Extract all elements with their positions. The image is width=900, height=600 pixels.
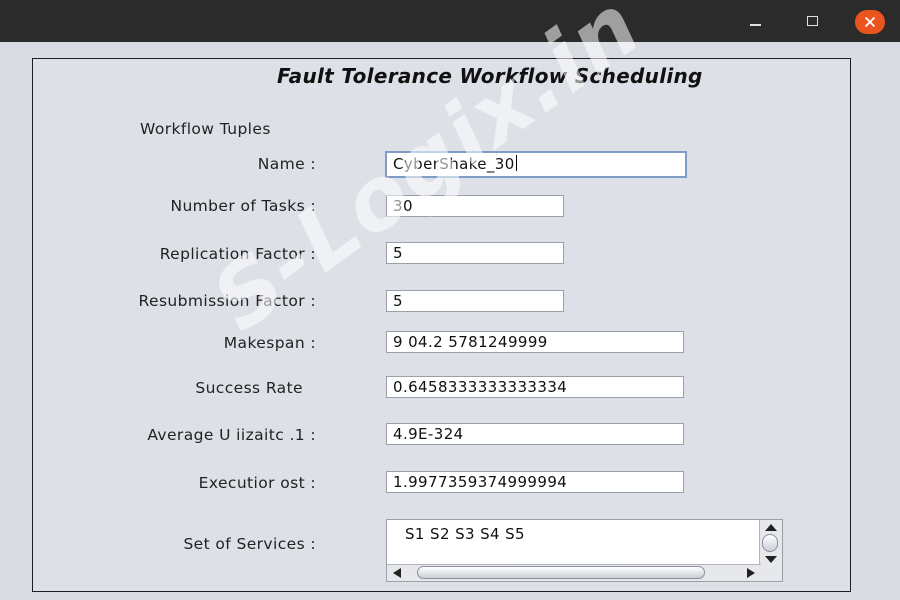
- vertical-scroll-thumb[interactable]: [762, 534, 778, 552]
- average-utilization-label: Average U iizaitc .1 :: [147, 426, 316, 444]
- vertical-scrollbar[interactable]: [759, 520, 782, 566]
- success-rate-label: Success Rate: [195, 379, 303, 397]
- average-utilization-field[interactable]: 4.9E-324: [386, 423, 684, 445]
- minimize-button[interactable]: [743, 10, 767, 32]
- text-caret: [515, 155, 517, 171]
- resubmission-factor-label: Resubmission Factor :: [138, 292, 316, 310]
- execution-cost-label: Executior ost :: [198, 474, 316, 492]
- name-value: CyberShake_30: [393, 155, 515, 173]
- scroll-up-icon[interactable]: [765, 524, 777, 531]
- scrollbar-corner: [760, 565, 782, 581]
- number-of-tasks-field[interactable]: 30: [386, 195, 564, 217]
- set-of-services-label: Set of Services :: [183, 535, 316, 553]
- close-button[interactable]: [855, 10, 885, 34]
- maximize-icon: [807, 16, 818, 26]
- resubmission-factor-field[interactable]: 5: [386, 290, 564, 312]
- replication-factor-field[interactable]: 5: [386, 242, 564, 264]
- minimize-icon: [750, 24, 761, 26]
- scroll-right-icon[interactable]: [747, 568, 755, 578]
- name-label: Name :: [257, 155, 316, 173]
- close-icon: [864, 16, 876, 28]
- horizontal-scroll-thumb[interactable]: [417, 566, 705, 579]
- main-panel: [32, 58, 851, 592]
- replication-factor-label: Replication Factor :: [159, 245, 316, 263]
- name-field[interactable]: CyberShake_30: [385, 151, 687, 178]
- horizontal-scrollbar[interactable]: [387, 564, 761, 581]
- services-textarea[interactable]: S1 S2 S3 S4 S5: [386, 519, 783, 582]
- makespan-field[interactable]: 9 04.2 5781249999: [386, 331, 684, 353]
- window-titlebar: [0, 0, 900, 42]
- app-title: Fault Tolerance Workflow Scheduling: [277, 64, 703, 88]
- maximize-button[interactable]: [800, 10, 824, 32]
- number-of-tasks-label: Number of Tasks :: [170, 197, 316, 215]
- makespan-label: Makespan :: [223, 334, 316, 352]
- execution-cost-field[interactable]: 1.9977359374999994: [386, 471, 684, 493]
- success-rate-field[interactable]: 0.6458333333333334: [386, 376, 684, 398]
- services-value: S1 S2 S3 S4 S5: [405, 525, 525, 543]
- section-label-workflow-tuples: Workflow Tuples: [140, 120, 271, 138]
- scroll-left-icon[interactable]: [393, 568, 401, 578]
- scroll-down-icon[interactable]: [765, 556, 777, 563]
